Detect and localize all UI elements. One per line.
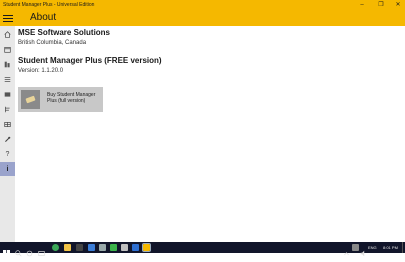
- company-name: MSE Software Solutions: [18, 28, 111, 37]
- company-location: British Columbia, Canada: [18, 40, 87, 46]
- mail-icon: [4, 91, 11, 97]
- library-icon: [4, 61, 10, 67]
- windows-start-icon[interactable]: [3, 244, 10, 257]
- store-icon[interactable]: [76, 244, 83, 251]
- window-title: Student Manager Plus - Universal Edition: [3, 2, 95, 8]
- product-name: Student Manager Plus (FREE version): [18, 56, 162, 65]
- chrome-icon[interactable]: [52, 244, 59, 251]
- home-icon: [4, 30, 11, 38]
- mail-icon[interactable]: [88, 244, 95, 251]
- tools-icon: [5, 136, 11, 142]
- info-icon: i: [6, 165, 9, 173]
- sidebar-item-mail[interactable]: [0, 87, 15, 101]
- minimize-icon[interactable]: –: [355, 0, 369, 10]
- sidebar-item-help[interactable]: ?: [0, 147, 15, 161]
- app-icon[interactable]: [110, 244, 117, 251]
- search-icon[interactable]: [15, 244, 22, 257]
- sidebar-item-document[interactable]: [0, 102, 15, 116]
- restore-icon[interactable]: ❐: [374, 0, 388, 10]
- media-icon[interactable]: [99, 244, 106, 251]
- buy-full-version-button[interactable]: Buy Student Manager Plus (full version): [18, 87, 103, 112]
- cortana-icon[interactable]: [26, 244, 33, 257]
- task-view-icon[interactable]: [38, 244, 45, 256]
- document-icon: [5, 106, 10, 112]
- taskbar: ENG 8:01 PM: [0, 242, 405, 257]
- page-title: About: [30, 12, 57, 23]
- list-icon: [4, 76, 11, 82]
- app-icon[interactable]: [132, 244, 139, 251]
- sidebar-item-about[interactable]: i: [0, 162, 15, 176]
- grid-icon: [4, 121, 11, 127]
- close-icon[interactable]: ✕: [391, 0, 405, 10]
- explorer-icon[interactable]: [64, 244, 71, 251]
- page-header: About: [0, 10, 405, 26]
- volume-icon[interactable]: [360, 244, 367, 257]
- sidebar: ? i: [0, 26, 15, 242]
- sidebar-item-home[interactable]: [0, 27, 15, 41]
- help-icon: ?: [5, 150, 10, 158]
- show-desktop-button[interactable]: [402, 242, 403, 253]
- sidebar-item-grid[interactable]: [0, 117, 15, 131]
- version-text: Version: 1.1.20.0: [18, 68, 64, 74]
- hamburger-icon[interactable]: [3, 13, 13, 23]
- clock[interactable]: 8:01 PM: [383, 244, 398, 251]
- tray-icons[interactable]: [343, 244, 350, 256]
- sidebar-item-calendar[interactable]: [0, 42, 15, 56]
- network-icon[interactable]: [352, 244, 359, 251]
- sidebar-item-tools[interactable]: [0, 132, 15, 146]
- app-icon[interactable]: [121, 244, 128, 251]
- buy-button-label: Buy Student Manager Plus (full version): [47, 92, 96, 104]
- tag-icon: [25, 95, 36, 104]
- sidebar-item-library[interactable]: [0, 57, 15, 71]
- student-manager-icon[interactable]: [142, 243, 151, 252]
- calendar-icon: [4, 46, 11, 53]
- product-thumbnail: [21, 90, 40, 109]
- title-bar: Student Manager Plus - Universal Edition…: [0, 0, 405, 10]
- language-indicator[interactable]: ENG: [368, 244, 377, 251]
- sidebar-item-list[interactable]: [0, 72, 15, 86]
